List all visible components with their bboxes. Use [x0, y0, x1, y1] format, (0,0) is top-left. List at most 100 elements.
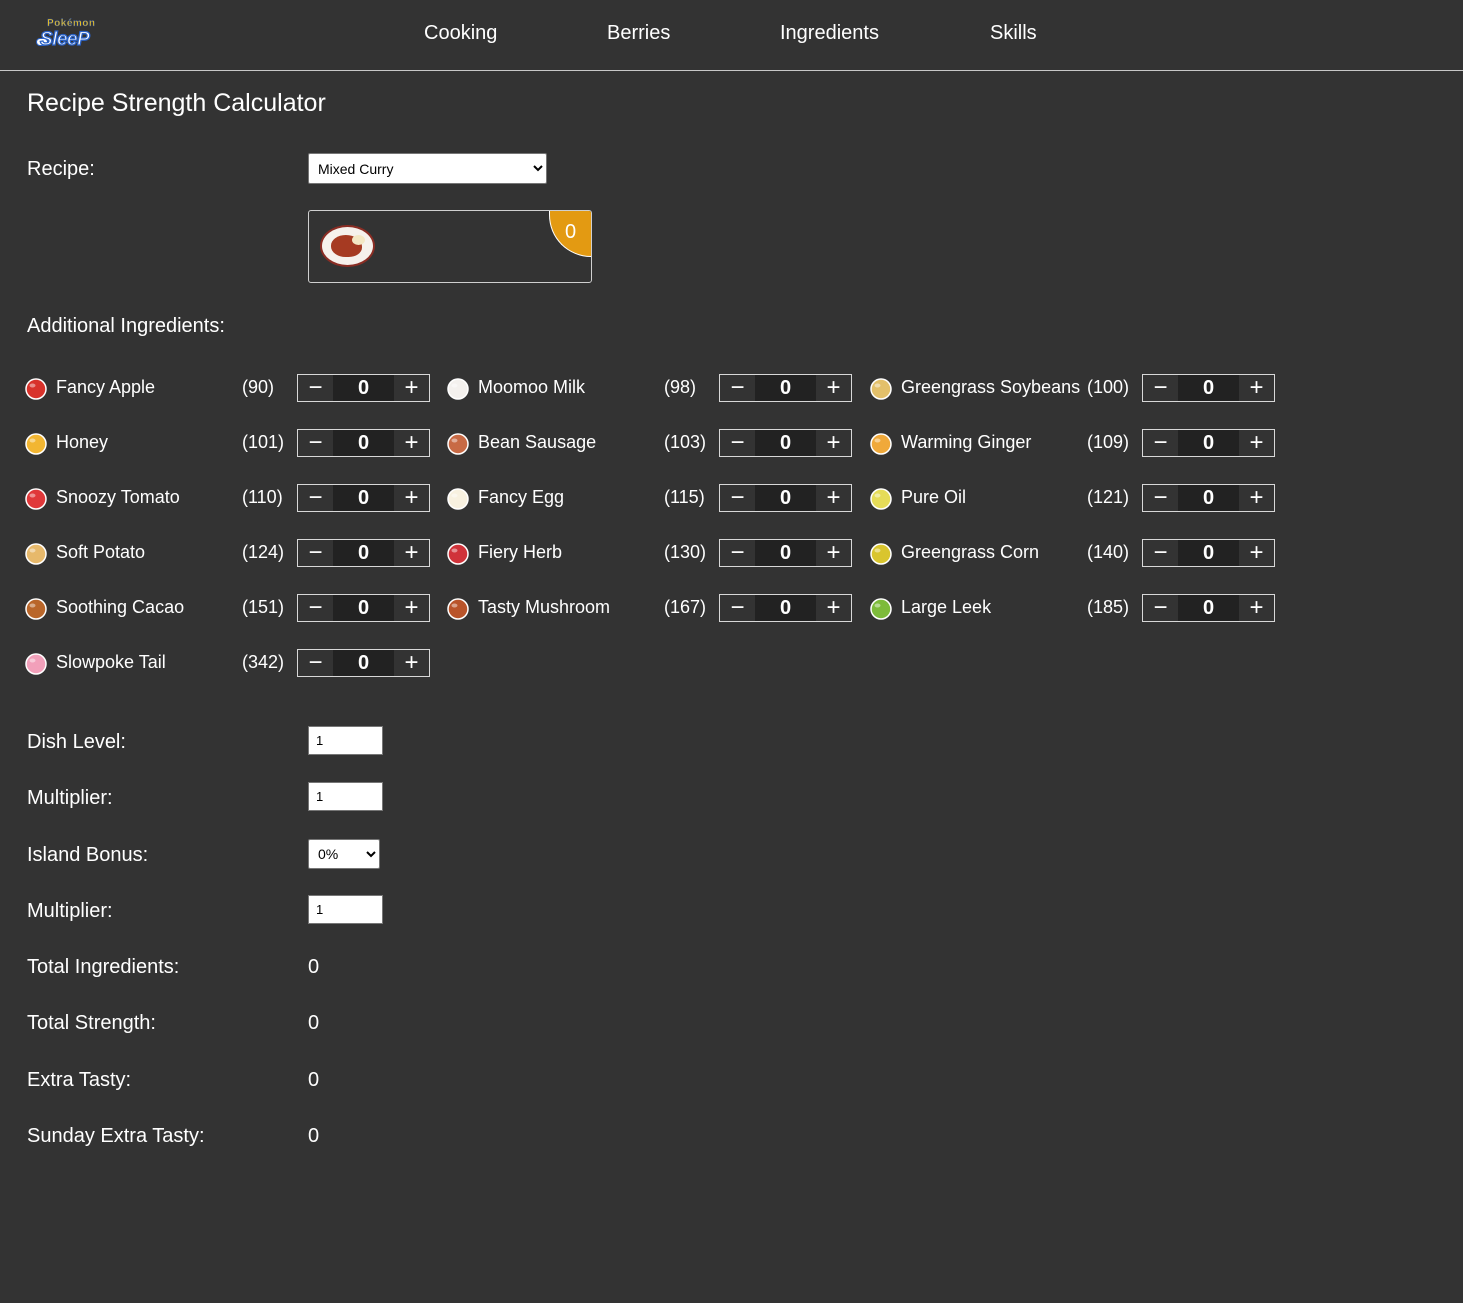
increment-button[interactable]: +	[1239, 540, 1274, 566]
quantity-stepper[interactable]: −0 +	[719, 594, 852, 622]
decrement-button[interactable]: −	[1143, 375, 1178, 401]
quantity-value[interactable]: 0	[1178, 430, 1239, 456]
decrement-button[interactable]: −	[720, 595, 755, 621]
ingredient-strength: (103)	[664, 432, 707, 452]
dish-level-input[interactable]	[308, 726, 383, 755]
ingredient-strength: (115)	[664, 487, 705, 507]
quantity-stepper[interactable]: −0 +	[297, 594, 430, 622]
ingredient-name: Greengrass Soybeans	[901, 377, 1081, 397]
ingredient-name: Pure Oil	[901, 487, 967, 507]
increment-button[interactable]: +	[1239, 485, 1274, 511]
ingredient-name: Soothing Cacao	[56, 597, 185, 617]
decrement-button[interactable]: −	[298, 375, 333, 401]
ingredient-strength: (167)	[664, 597, 707, 617]
recipe-label: Recipe:	[27, 158, 95, 180]
increment-button[interactable]: +	[394, 375, 429, 401]
pokemon-sleep-logo[interactable]: Pokémon SleeP	[36, 18, 98, 56]
quantity-value[interactable]: 0	[333, 485, 394, 511]
corn-icon	[868, 540, 892, 565]
increment-button[interactable]: +	[394, 540, 429, 566]
mushroom-icon	[445, 595, 469, 620]
sausage-icon	[445, 430, 469, 455]
decrement-button[interactable]: −	[298, 485, 333, 511]
decrement-button[interactable]: −	[1143, 540, 1178, 566]
ingredient-strength: (151)	[242, 597, 285, 617]
decrement-button[interactable]: −	[1143, 430, 1178, 456]
decrement-button[interactable]: −	[720, 375, 755, 401]
increment-button[interactable]: +	[816, 375, 851, 401]
nav-cooking[interactable]: Cooking	[424, 22, 497, 45]
quantity-value[interactable]: 0	[755, 430, 816, 456]
quantity-stepper[interactable]: −0 +	[1142, 484, 1275, 512]
quantity-value[interactable]: 0	[333, 540, 394, 566]
quantity-stepper[interactable]: −0 +	[1142, 594, 1275, 622]
total-strength-value: 0	[308, 1012, 320, 1034]
decrement-button[interactable]: −	[298, 540, 333, 566]
quantity-stepper[interactable]: −0 +	[1142, 374, 1275, 402]
decrement-button[interactable]: −	[720, 430, 755, 456]
egg-icon	[445, 485, 469, 510]
decrement-button[interactable]: −	[720, 485, 755, 511]
quantity-stepper[interactable]: −0 +	[297, 374, 430, 402]
quantity-value[interactable]: 0	[755, 540, 816, 566]
top-navbar: Pokémon SleeP Cooking Berries Ingredient…	[0, 0, 1463, 71]
increment-button[interactable]: +	[816, 485, 851, 511]
quantity-stepper[interactable]: −0 +	[719, 484, 852, 512]
quantity-stepper[interactable]: −0 +	[297, 484, 430, 512]
increment-button[interactable]: +	[1239, 375, 1274, 401]
multiplier-input-2[interactable]	[308, 895, 383, 924]
nav-ingredients[interactable]: Ingredients	[780, 22, 879, 45]
increment-button[interactable]: +	[394, 485, 429, 511]
total-ingredients-value: 0	[308, 956, 320, 978]
total-strength-label: Total Strength:	[27, 1012, 156, 1034]
decrement-button[interactable]: −	[298, 650, 333, 676]
increment-button[interactable]: +	[816, 540, 851, 566]
increment-button[interactable]: +	[394, 595, 429, 621]
multiplier-input-1[interactable]	[308, 782, 383, 811]
increment-button[interactable]: +	[1239, 595, 1274, 621]
quantity-stepper[interactable]: −0 +	[1142, 539, 1275, 567]
quantity-stepper[interactable]: −0 +	[719, 374, 852, 402]
increment-button[interactable]: +	[816, 595, 851, 621]
decrement-button[interactable]: −	[1143, 595, 1178, 621]
quantity-value[interactable]: 0	[1178, 595, 1239, 621]
island-bonus-select[interactable]: 0%	[308, 839, 380, 869]
quantity-value[interactable]: 0	[333, 430, 394, 456]
nav-berries[interactable]: Berries	[607, 22, 670, 45]
ingredient-name: Soft Potato	[56, 542, 146, 562]
quantity-stepper[interactable]: −0 +	[297, 649, 430, 677]
increment-button[interactable]: +	[1239, 430, 1274, 456]
ingredient-name: Large Leek	[901, 597, 992, 617]
increment-button[interactable]: +	[394, 430, 429, 456]
decrement-button[interactable]: −	[720, 540, 755, 566]
ingredient-name: Bean Sausage	[478, 432, 597, 452]
quantity-stepper[interactable]: −0 +	[719, 429, 852, 457]
soybeans-icon	[868, 375, 892, 400]
decrement-button[interactable]: −	[1143, 485, 1178, 511]
quantity-value[interactable]: 0	[333, 650, 394, 676]
quantity-value[interactable]: 0	[1178, 540, 1239, 566]
quantity-value[interactable]: 0	[755, 375, 816, 401]
increment-button[interactable]: +	[816, 430, 851, 456]
increment-button[interactable]: +	[394, 650, 429, 676]
ingredient-strength: (185)	[1087, 597, 1130, 617]
quantity-stepper[interactable]: −0 +	[719, 539, 852, 567]
quantity-stepper[interactable]: −0 +	[297, 429, 430, 457]
quantity-value[interactable]: 0	[755, 485, 816, 511]
quantity-value[interactable]: 0	[755, 595, 816, 621]
ginger-icon	[868, 430, 892, 455]
quantity-value[interactable]: 0	[1178, 375, 1239, 401]
recipe-select[interactable]: Mixed Curry	[308, 153, 547, 184]
quantity-value[interactable]: 0	[333, 375, 394, 401]
quantity-value[interactable]: 0	[333, 595, 394, 621]
recipe-badge-value: 0	[565, 221, 577, 243]
quantity-stepper[interactable]: −0 +	[297, 539, 430, 567]
decrement-button[interactable]: −	[298, 595, 333, 621]
recipe-card: 0	[308, 210, 592, 283]
multiplier-label-2: Multiplier:	[27, 900, 113, 922]
ingredient-strength: (124)	[242, 542, 285, 562]
quantity-stepper[interactable]: −0 +	[1142, 429, 1275, 457]
quantity-value[interactable]: 0	[1178, 485, 1239, 511]
decrement-button[interactable]: −	[298, 430, 333, 456]
nav-skills[interactable]: Skills	[990, 22, 1037, 45]
